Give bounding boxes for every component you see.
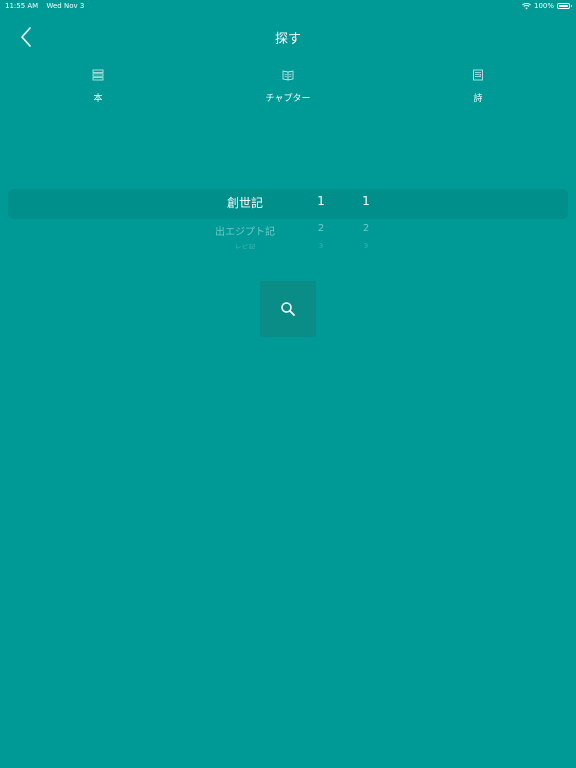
book-chapter-verse-picker[interactable]: 創世記 1 1 出エジプト記 2 2 レビ記 3 3 <box>0 186 576 266</box>
picker-chapter: 1 <box>317 194 325 208</box>
tab-book-label: 本 <box>93 94 103 104</box>
magnifier-icon <box>281 302 295 316</box>
book-stack-icon <box>92 69 104 81</box>
battery-icon <box>557 3 572 9</box>
tab-verse-label: 詩 <box>473 94 483 104</box>
search-button[interactable] <box>260 281 316 337</box>
picker-chapter: 2 <box>317 223 325 234</box>
open-book-icon <box>282 70 294 81</box>
tab-verse[interactable]: 詩 <box>433 66 523 104</box>
picker-chapter: 3 <box>318 243 324 249</box>
status-right: 100% <box>522 0 572 12</box>
tab-chapter[interactable]: チャプター <box>243 66 333 104</box>
document-icon <box>473 69 483 81</box>
battery-percent: 100% <box>533 2 554 10</box>
tab-book[interactable]: 本 <box>53 66 143 104</box>
status-date: Wed Nov 3 <box>46 2 85 10</box>
picker-verse: 1 <box>362 194 370 208</box>
tab-chapter-label: チャプター <box>265 94 311 104</box>
status-bar: 11:55 AM Wed Nov 3 100% <box>0 0 576 12</box>
search-mode-tabs: 本 チャプター 詩 <box>0 66 576 116</box>
status-time: 11:55 AM <box>5 2 39 10</box>
picker-book: レビ記 <box>234 243 256 250</box>
picker-book: 創世記 <box>226 196 263 210</box>
picker-book: 出エジプト記 <box>215 227 275 238</box>
picker-verse: 2 <box>362 223 370 234</box>
picker-verse: 3 <box>363 243 369 249</box>
page-title: 探す <box>274 32 301 47</box>
status-left: 11:55 AM Wed Nov 3 <box>5 0 84 12</box>
navigation-bar: 探す <box>0 20 576 54</box>
wifi-icon <box>522 2 531 9</box>
